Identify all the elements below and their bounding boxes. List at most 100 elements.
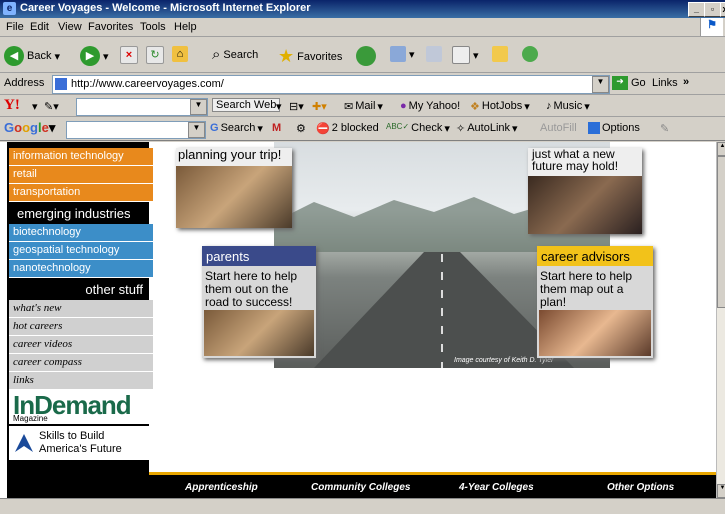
menu-tools[interactable]: Tools: [140, 21, 166, 33]
scroll-thumb[interactable]: [717, 156, 725, 308]
pagerank-icon[interactable]: ⚙: [296, 122, 306, 135]
yahoo-mail-button[interactable]: ✉ Mail ▾: [344, 100, 383, 113]
address-label: Address: [4, 77, 45, 89]
minimize-button[interactable]: _: [688, 2, 705, 17]
google-logo-icon[interactable]: Google▾: [4, 120, 55, 136]
autolink-icon: ✧: [456, 123, 466, 135]
vertical-scrollbar[interactable]: ▲ ▼: [716, 142, 725, 498]
my-yahoo-button[interactable]: ● My Yahoo!: [400, 100, 460, 112]
mail-icon: ✉: [344, 101, 354, 113]
history-button[interactable]: [356, 46, 376, 66]
search-button[interactable]: ⌕ Search: [212, 46, 258, 63]
nav-community-colleges[interactable]: Community Colleges: [311, 482, 410, 493]
options-button[interactable]: Options: [588, 122, 640, 134]
address-input[interactable]: http://www.careervoyages.com/ ▼: [52, 75, 610, 94]
folder-button[interactable]: [492, 46, 508, 62]
nav-hot-careers[interactable]: hot careers: [9, 318, 153, 336]
scroll-up-icon[interactable]: ▲: [717, 142, 725, 156]
skills-to-build-logo[interactable]: Skills to Build America's Future: [9, 426, 149, 460]
google-toolbar: Google▾ ▼ G Search ▾ M ⚙ ⛔ 2 blocked ABC✓ C…: [0, 117, 725, 141]
shield-icon[interactable]: ✚▾: [312, 100, 327, 113]
restore-button[interactable]: ▫: [704, 2, 721, 17]
nav-career-videos[interactable]: career videos: [9, 336, 153, 354]
nav-other-options[interactable]: Other Options: [607, 482, 674, 493]
google-search-button[interactable]: G Search ▾: [210, 122, 263, 135]
menu-file[interactable]: File: [6, 21, 24, 33]
messenger-icon: [522, 46, 538, 62]
nav-nanotechnology[interactable]: nanotechnology: [9, 260, 153, 278]
autolink-button[interactable]: ✧ AutoLink ▾: [456, 122, 518, 135]
career-advisors-card[interactable]: career advisors Start here to help them …: [537, 246, 653, 358]
nav-apprenticeship[interactable]: Apprenticeship: [185, 482, 258, 493]
image-credit: Image courtesy of Keith D. Tyler: [454, 357, 554, 364]
pencil-icon[interactable]: ✎▾: [44, 100, 59, 113]
print-button[interactable]: [426, 46, 442, 62]
search-web-button[interactable]: Search Web: [212, 98, 281, 112]
links-button[interactable]: Links: [652, 77, 678, 89]
parents-photo: [204, 310, 314, 356]
go-arrow-icon: ➜: [612, 76, 628, 90]
stop-button[interactable]: ×: [120, 46, 138, 64]
google-search-dropdown-icon[interactable]: ▼: [188, 122, 205, 138]
scroll-down-icon[interactable]: ▼: [717, 484, 725, 498]
hotjobs-button[interactable]: ❖ HotJobs ▾: [470, 100, 530, 113]
address-dropdown-icon[interactable]: ▼: [592, 76, 609, 93]
students-card[interactable]: planning your trip!: [176, 148, 292, 228]
refresh-button[interactable]: ↻: [146, 46, 164, 64]
home-button[interactable]: ⌂: [172, 46, 188, 62]
edit-button[interactable]: ▾: [452, 46, 479, 64]
nav-four-year-colleges[interactable]: 4-Year Colleges: [459, 482, 534, 493]
nav-geospatial-technology[interactable]: geospatial technology: [9, 242, 153, 260]
music-button[interactable]: ♪ Music ▾: [546, 100, 590, 113]
yahoo-menu-arrow-icon[interactable]: ▾: [32, 100, 38, 113]
nav-transportation[interactable]: transportation: [9, 184, 153, 202]
gmail-icon[interactable]: M: [272, 122, 281, 134]
pencil-icon[interactable]: ✎: [660, 122, 669, 135]
back-button[interactable]: ◀ Back ▾: [4, 46, 60, 66]
google-search-input[interactable]: ▼: [66, 121, 206, 139]
spell-check-button[interactable]: ABC✓ Check ▾: [386, 122, 450, 135]
refresh-icon: ↻: [146, 46, 164, 64]
search-web-dropdown-icon[interactable]: ▾: [276, 100, 282, 113]
yahoo-logo-icon[interactable]: Y!: [4, 97, 20, 114]
yahoo-search-dropdown-icon[interactable]: ▼: [190, 99, 207, 115]
ie-icon: e: [3, 2, 16, 15]
title-bar: e Career Voyages - Welcome - Microsoft I…: [0, 0, 725, 18]
page-content: information technology retail transporta…: [0, 142, 716, 498]
chevron-right-icon[interactable]: »: [683, 76, 689, 88]
address-bar: Address http://www.careervoyages.com/ ▼ …: [0, 73, 725, 95]
back-arrow-icon: ◀: [4, 46, 24, 66]
address-url: http://www.careervoyages.com/: [71, 78, 224, 90]
forward-button[interactable]: ▶ ▾: [80, 46, 109, 66]
yahoo-search-input[interactable]: ▼: [76, 98, 208, 116]
print-icon: [426, 46, 442, 62]
advisors-photo: [539, 310, 651, 356]
nav-links[interactable]: links: [9, 372, 153, 390]
home-icon: ⌂: [172, 46, 188, 62]
menu-view[interactable]: View: [58, 21, 82, 33]
nav-biotechnology[interactable]: biotechnology: [9, 224, 153, 242]
popup-blocker-button[interactable]: ⛔ 2 blocked: [316, 122, 379, 135]
messenger-button[interactable]: [522, 46, 538, 62]
menu-favorites[interactable]: Favorites: [88, 21, 133, 33]
indemand-magazine-logo[interactable]: InDemand Magazine: [9, 390, 149, 424]
nav-information-technology[interactable]: information technology: [9, 148, 153, 166]
nav-whats-new[interactable]: what's new: [9, 300, 153, 318]
favorites-button[interactable]: ★ Favorites: [278, 46, 342, 67]
future-card[interactable]: just what a new future may hold!: [528, 148, 642, 234]
toolbar-icon[interactable]: ⊟▾: [289, 100, 304, 113]
parents-card[interactable]: parents Start here to help them out on t…: [202, 246, 316, 358]
my-yahoo-icon: ●: [400, 100, 407, 112]
forward-arrow-icon: ▶: [80, 46, 100, 66]
bottom-navigation: Apprenticeship Community Colleges 4-Year…: [149, 472, 716, 498]
menu-edit[interactable]: Edit: [30, 21, 49, 33]
go-button[interactable]: ➜ Go: [612, 76, 646, 90]
menu-help[interactable]: Help: [174, 21, 197, 33]
mail-button[interactable]: ▾: [390, 46, 415, 62]
nav-retail[interactable]: retail: [9, 166, 153, 184]
history-icon: [356, 46, 376, 66]
close-button[interactable]: x: [720, 2, 725, 17]
nav-career-compass[interactable]: career compass: [9, 354, 153, 372]
search-icon: ⌕: [212, 46, 221, 63]
autofill-button[interactable]: AutoFill: [540, 122, 577, 134]
